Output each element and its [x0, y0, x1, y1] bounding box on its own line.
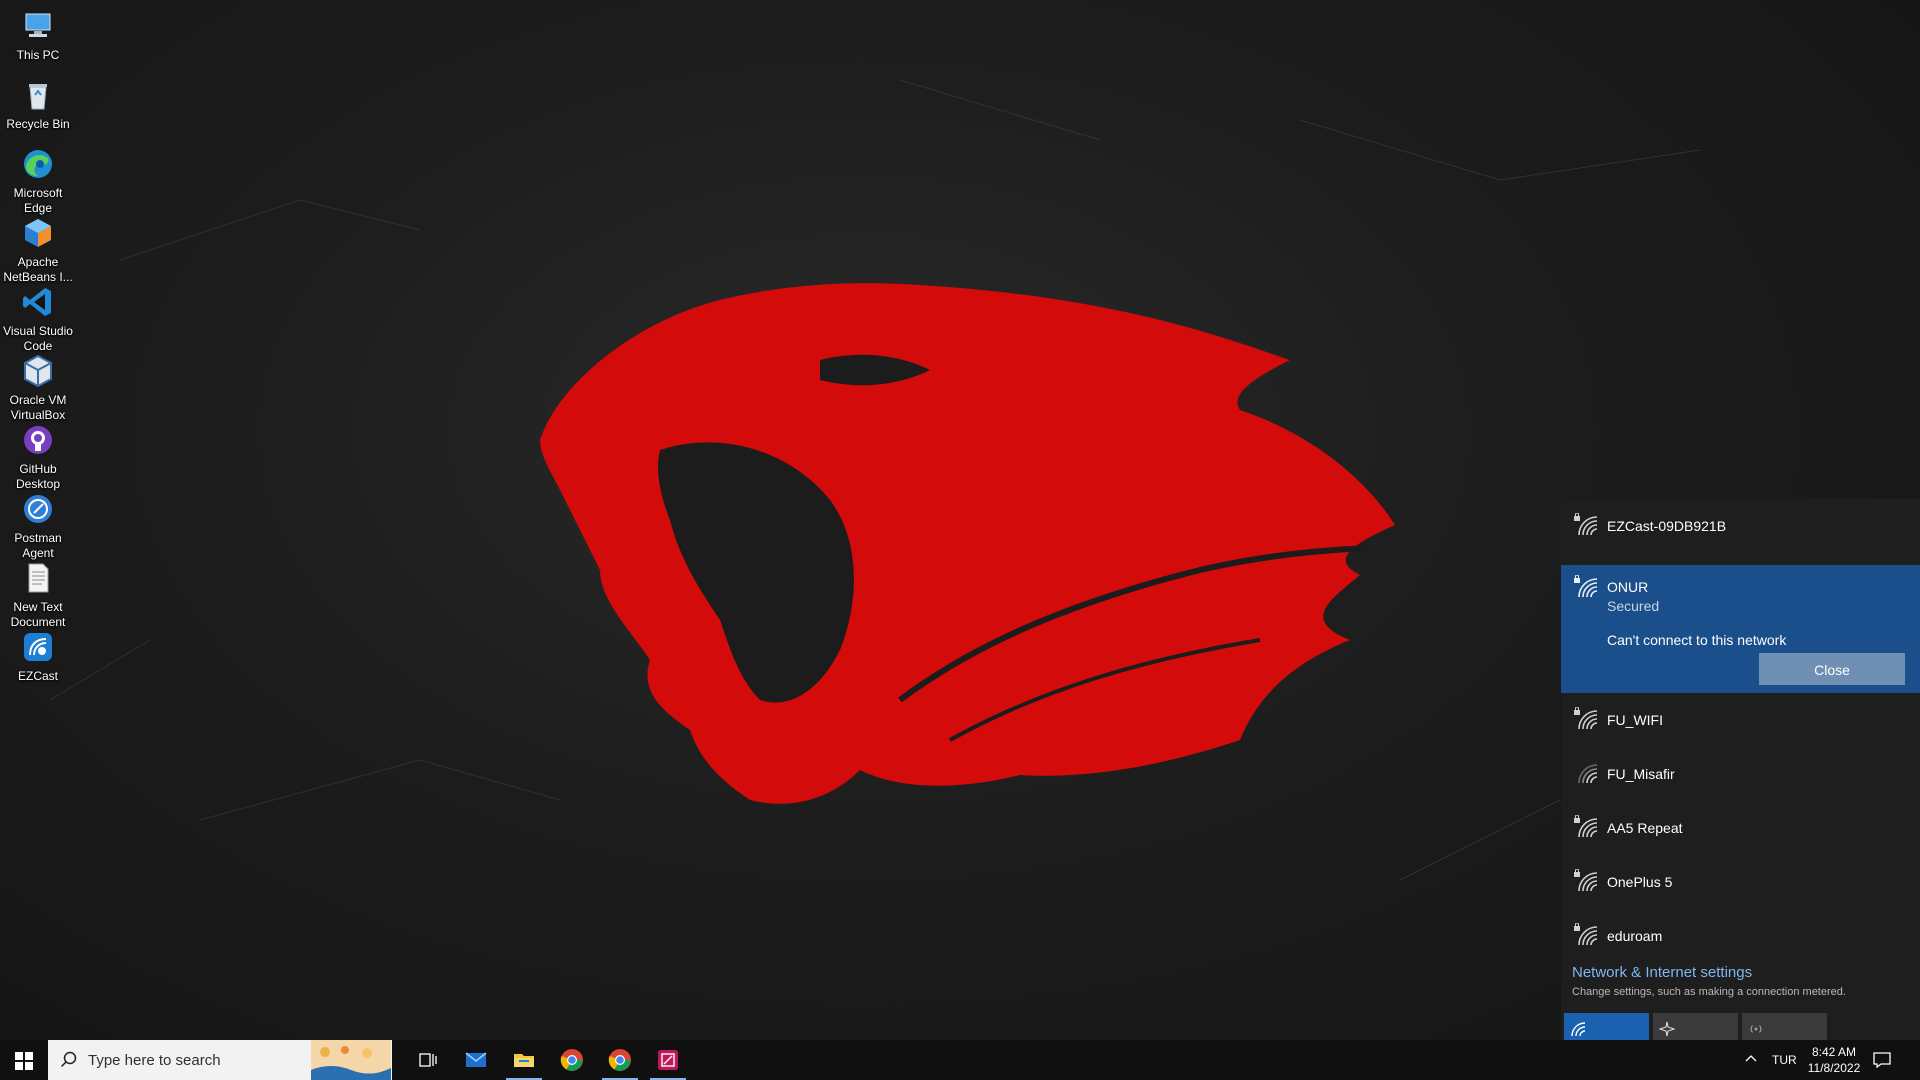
secured-wifi-icon [1574, 575, 1598, 598]
desktop-icon-virtualbox[interactable]: Oracle VM VirtualBox [0, 349, 76, 423]
postman-agent-icon [24, 495, 52, 523]
mail-icon [465, 1052, 487, 1067]
start-button[interactable] [0, 1040, 48, 1080]
desktop-icon-label: EZCast [17, 669, 58, 683]
desktop-icon-github-desktop[interactable]: GitHub Desktop [0, 418, 76, 492]
taskbar-search-box[interactable]: Type here to search [48, 1040, 392, 1080]
desktop-icon-recycle-bin[interactable]: Recycle Bin [0, 73, 76, 132]
network-item[interactable]: EZCast-09DB921B [1561, 499, 1920, 553]
search-highlight-image [311, 1040, 391, 1080]
desktop-icon-vscode[interactable]: Visual Studio Code [0, 280, 76, 354]
desktop-icon-this-pc[interactable]: This PC [0, 4, 76, 63]
taskbar: Type here to search TUR 8:42 AM 11/8/202… [0, 1040, 1920, 1080]
desktop-icon-postman-agent[interactable]: Postman Agent [0, 487, 76, 561]
search-icon [60, 1051, 77, 1068]
desktop-icon-label: This PC [16, 48, 60, 62]
network-name: ONUR [1607, 579, 1649, 595]
close-button[interactable]: Close [1759, 653, 1905, 685]
airplane-icon [1659, 1021, 1675, 1037]
chrome-icon [608, 1049, 631, 1071]
netbeans-icon [25, 219, 51, 247]
network-name: FU_WIFI [1607, 712, 1663, 728]
mobile-hotspot-icon [1750, 1025, 1762, 1033]
snipping-tool-icon [658, 1050, 678, 1070]
network-name: eduroam [1607, 928, 1663, 944]
network-flyout: EZCast-09DB921B ONUR Secured Can't conne… [1561, 499, 1920, 1040]
search-placeholder: Type here to search [88, 1052, 221, 1069]
text-document-icon [28, 563, 49, 593]
network-settings-description: Change settings, such as making a connec… [1572, 986, 1846, 998]
secured-wifi-icon [1574, 815, 1598, 838]
network-name: OnePlus 5 [1607, 874, 1673, 890]
network-item[interactable]: FU_WIFI [1561, 693, 1920, 747]
network-item[interactable]: FU_Misafir [1561, 747, 1920, 801]
network-name: AA5 Repeat [1607, 820, 1683, 836]
task-view-button[interactable] [404, 1040, 452, 1080]
vscode-icon [23, 288, 51, 316]
taskbar-mail[interactable] [452, 1040, 500, 1080]
network-item[interactable]: OnePlus 5 [1561, 855, 1920, 909]
secured-wifi-icon [1574, 513, 1598, 536]
desktop-icon-ezcast[interactable]: EZCast [0, 625, 76, 684]
network-item[interactable]: eduroam [1561, 909, 1920, 963]
open-wifi-icon [1578, 764, 1598, 784]
red-beast-emblem [540, 283, 1395, 804]
wifi-quick-action[interactable] [1564, 1013, 1649, 1040]
connection-error-message: Can't connect to this network [1607, 632, 1787, 648]
mobile-hotspot-quick-action[interactable] [1742, 1013, 1827, 1040]
chrome-icon [560, 1049, 583, 1071]
chevron-up-icon[interactable] [1744, 1052, 1758, 1066]
clock-time: 8:42 AM [1811, 1045, 1857, 1059]
taskbar-file-explorer[interactable] [500, 1040, 548, 1080]
this-pc-icon [25, 13, 51, 37]
taskbar-chrome[interactable] [548, 1040, 596, 1080]
wifi-icon [1571, 1022, 1586, 1037]
input-language-indicator[interactable]: TUR [1772, 1053, 1797, 1067]
airplane-mode-quick-action[interactable] [1653, 1013, 1738, 1040]
desktop-icon-edge[interactable]: Microsoft Edge [0, 142, 76, 216]
network-name: EZCast-09DB921B [1607, 518, 1727, 534]
network-status: Secured [1607, 598, 1660, 614]
taskbar-snipping-tool[interactable] [644, 1040, 692, 1080]
clock-date: 11/8/2022 [1807, 1061, 1861, 1075]
ezcast-icon [24, 633, 52, 661]
virtualbox-icon [24, 354, 52, 388]
taskbar-chrome[interactable] [596, 1040, 644, 1080]
network-settings-link[interactable]: Network & Internet settings [1572, 964, 1752, 981]
desktop-icon-label: Recycle Bin [6, 117, 70, 131]
selected-network-panel[interactable]: ONUR Secured Can't connect to this netwo… [1561, 565, 1920, 693]
network-item[interactable]: AA5 Repeat [1561, 801, 1920, 855]
github-desktop-icon [24, 426, 52, 454]
secured-wifi-icon [1574, 923, 1598, 946]
network-name: FU_Misafir [1607, 766, 1675, 782]
secured-wifi-icon [1574, 869, 1598, 892]
edge-icon [24, 150, 52, 178]
task-view-icon [419, 1053, 437, 1067]
windows-logo-icon [15, 1052, 33, 1070]
desktop-icon-new-text-document[interactable]: New Text Document [0, 556, 76, 630]
taskbar-clock[interactable]: 8:42 AM 11/8/2022 [1800, 1044, 1868, 1076]
action-center-icon[interactable] [1872, 1050, 1892, 1070]
secured-wifi-icon [1574, 707, 1598, 730]
desktop-icon-netbeans[interactable]: Apache NetBeans I... [0, 211, 76, 285]
recycle-bin-icon [29, 84, 47, 110]
file-explorer-icon [514, 1054, 534, 1067]
